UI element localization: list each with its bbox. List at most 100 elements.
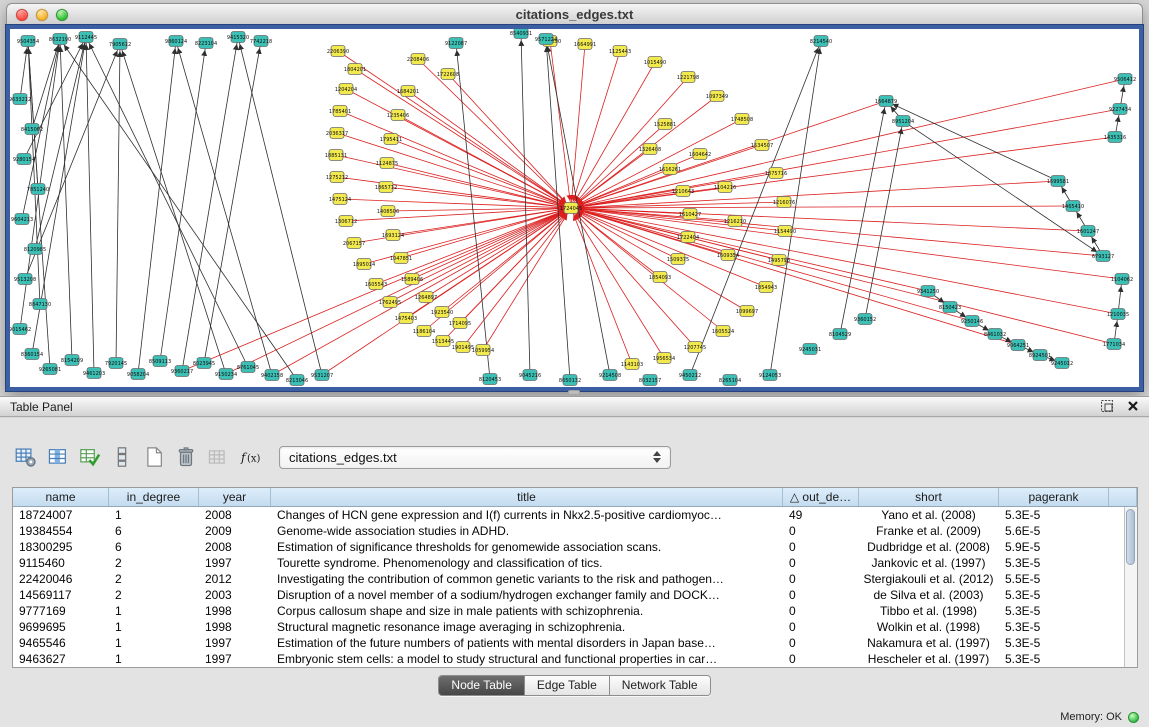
graph-node[interactable]: 1015490 xyxy=(644,57,666,68)
network-view[interactable]: 1724045183129016649911125443101549012217… xyxy=(6,25,1143,391)
graph-node[interactable]: 7742218 xyxy=(250,36,272,47)
graph-edge[interactable] xyxy=(571,206,1073,208)
create-column-button[interactable] xyxy=(140,444,167,470)
vertical-scrollbar[interactable] xyxy=(1124,507,1137,667)
graph-edge[interactable] xyxy=(550,41,571,208)
graph-node[interactable]: 2067157 xyxy=(343,238,365,249)
graph-edge[interactable] xyxy=(28,41,50,369)
graph-node[interactable]: 7905612 xyxy=(109,39,131,50)
graph-edge[interactable] xyxy=(690,41,821,375)
close-panel-icon[interactable] xyxy=(1125,399,1141,415)
graph-node[interactable]: 1104062 xyxy=(1111,274,1133,285)
graph-node[interactable]: 1664991 xyxy=(574,39,596,50)
graph-node[interactable]: 1465410 xyxy=(1062,201,1084,212)
graph-node[interactable]: 1143103 xyxy=(621,359,643,370)
graph-node[interactable]: 1714095 xyxy=(449,318,471,329)
table-row[interactable]: 946554611997Estimation of the future num… xyxy=(13,635,1124,651)
minimize-button[interactable] xyxy=(36,9,48,21)
graph-node[interactable]: 1604642 xyxy=(689,149,711,160)
graph-node[interactable]: 1306712 xyxy=(335,216,357,227)
graph-edge[interactable] xyxy=(337,133,571,208)
table-row[interactable]: 1830029562008Estimation of significance … xyxy=(13,539,1124,555)
graph-node[interactable]: 9214508 xyxy=(599,370,621,381)
row-details-button[interactable] xyxy=(108,444,135,470)
graph-node[interactable]: 8104529 xyxy=(829,329,851,340)
graph-node[interactable]: 9250146 xyxy=(961,316,983,327)
graph-edge[interactable] xyxy=(770,41,821,375)
graph-node[interactable]: 2208406 xyxy=(407,54,429,65)
graph-node[interactable]: 1534507 xyxy=(751,140,773,151)
table-selector-dropdown[interactable]: citations_edges.txt xyxy=(279,446,671,469)
graph-node[interactable]: 1125443 xyxy=(609,46,631,57)
graph-edge[interactable] xyxy=(571,208,1118,314)
graph-edge[interactable] xyxy=(204,41,261,363)
graph-node[interactable]: 9341250 xyxy=(917,286,939,297)
graph-node[interactable]: 9058204 xyxy=(127,369,149,380)
network-window-titlebar[interactable]: citations_edges.txt xyxy=(6,3,1143,25)
graph-node[interactable]: 1693124 xyxy=(382,230,404,241)
graph-node[interactable]: 1804201 xyxy=(344,64,366,75)
graph-node[interactable]: 9604213 xyxy=(11,214,33,225)
graph-node[interactable]: 8032157 xyxy=(639,375,661,386)
graph-node[interactable]: 1885131 xyxy=(325,150,347,161)
graph-node[interactable]: 1525881 xyxy=(654,119,676,130)
table-mode-button[interactable] xyxy=(12,444,39,470)
graph-edge[interactable] xyxy=(571,208,972,321)
zoom-button[interactable] xyxy=(56,9,68,21)
graph-node[interactable]: 1605543 xyxy=(365,279,387,290)
graph-edge[interactable] xyxy=(116,44,120,363)
column-header-title[interactable]: title xyxy=(271,488,783,506)
graph-node[interactable]: 1895014 xyxy=(353,259,375,270)
float-panel-icon[interactable] xyxy=(1099,399,1115,415)
graph-node[interactable]: 1210035 xyxy=(1107,309,1129,320)
table-row[interactable]: 2242004622012Investigating the contribut… xyxy=(13,571,1124,587)
graph-edge[interactable] xyxy=(903,121,1103,256)
graph-edge[interactable] xyxy=(865,121,903,319)
graph-node[interactable]: 1216076 xyxy=(773,197,795,208)
column-header-short[interactable]: short xyxy=(859,488,999,506)
column-header-year[interactable]: year xyxy=(199,488,271,506)
graph-node[interactable]: 9415320 xyxy=(227,32,249,43)
graph-edge[interactable] xyxy=(176,41,272,375)
graph-node[interactable]: 8360154 xyxy=(21,349,43,360)
graph-node[interactable]: 8540931 xyxy=(510,29,532,39)
graph-node[interactable]: 8214540 xyxy=(810,36,832,47)
graph-edge[interactable] xyxy=(521,33,530,375)
graph-node[interactable]: 1956534 xyxy=(653,353,675,364)
column-header-in-degree[interactable]: in_degree xyxy=(109,488,199,506)
graph-node[interactable]: 9280154 xyxy=(13,154,35,165)
graph-edge[interactable] xyxy=(401,208,571,258)
graph-node[interactable]: 9045216 xyxy=(519,370,541,381)
graph-node[interactable]: 1124875 xyxy=(376,158,398,169)
graph-node[interactable]: 1771034 xyxy=(1103,339,1125,350)
graph-node[interactable]: 9124053 xyxy=(759,370,781,381)
graph-node[interactable]: 8120453 xyxy=(479,374,501,385)
graph-node[interactable]: 9245031 xyxy=(799,344,821,355)
graph-edge[interactable] xyxy=(571,51,620,208)
graph-edge[interactable] xyxy=(571,208,695,347)
graph-node[interactable]: 8154209 xyxy=(61,355,83,366)
graph-node[interactable]: 9112445 xyxy=(75,32,97,43)
graph-node[interactable]: 2206390 xyxy=(327,46,349,57)
graph-node[interactable]: 8650132 xyxy=(559,375,581,386)
graph-edge[interactable] xyxy=(35,37,86,249)
graph-node[interactable]: 9531207 xyxy=(311,370,333,381)
graph-node[interactable]: 8847130 xyxy=(29,299,51,310)
graph-node[interactable]: 1435316 xyxy=(1104,132,1126,143)
graph-node[interactable]: 1854093 xyxy=(649,272,671,283)
graph-node[interactable]: 9015462 xyxy=(10,324,31,335)
graph-node[interactable]: 1099697 xyxy=(736,306,758,317)
graph-node[interactable]: 1785401 xyxy=(329,106,351,117)
graph-node[interactable]: 1923540 xyxy=(431,307,453,318)
tab-node-table[interactable]: Node Table xyxy=(439,676,525,695)
tab-network-table[interactable]: Network Table xyxy=(610,676,710,695)
graph-edge[interactable] xyxy=(571,208,1122,279)
close-button[interactable] xyxy=(16,9,28,21)
table-row[interactable]: 1872400712008Changes of HCN gene express… xyxy=(13,507,1124,523)
graph-edge[interactable] xyxy=(60,39,297,380)
graph-node[interactable]: 1605524 xyxy=(712,326,734,337)
table-row[interactable]: 977716911998Corpus callosum shape and si… xyxy=(13,603,1124,619)
function-builder-button[interactable]: f(x) xyxy=(236,444,263,470)
graph-node[interactable]: 1221798 xyxy=(677,72,699,83)
graph-edge[interactable] xyxy=(86,37,94,373)
